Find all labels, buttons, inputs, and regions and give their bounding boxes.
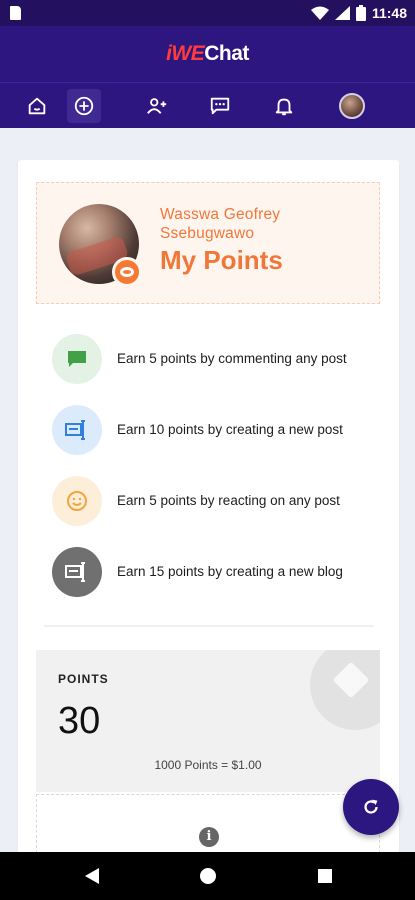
comment-icon: [52, 334, 102, 384]
app-logo: iWEChat: [166, 42, 249, 66]
profile-avatar: [339, 93, 365, 119]
nav-notifications-button[interactable]: [267, 89, 301, 123]
nav-add-friend-button[interactable]: [140, 89, 174, 123]
earn-item-text: Earn 10 points by creating a new post: [117, 422, 343, 437]
points-summary: POINTS 30 1000 Points = $1.00: [36, 650, 380, 792]
add-friend-icon: [147, 98, 167, 114]
info-icon[interactable]: i: [199, 827, 219, 847]
earn-item-text: Earn 5 points by reacting on any post: [117, 493, 340, 508]
back-icon: [85, 868, 99, 884]
points-card: Wasswa Geofrey Ssebugwawo My Points Earn…: [18, 160, 399, 852]
points-rate: 1000 Points = $1.00: [154, 758, 262, 772]
points-badge-icon: [112, 257, 142, 287]
battery-icon: [355, 5, 366, 21]
points-label: POINTS: [58, 672, 109, 686]
chat-icon: [210, 97, 230, 115]
points-value: 30: [58, 700, 101, 742]
signal-icon: [334, 6, 350, 20]
nav-chat-button[interactable]: [203, 89, 237, 123]
nav-home-button[interactable]: [20, 89, 54, 123]
earn-item-text: Earn 5 points by commenting any post: [117, 351, 347, 366]
app-bar: iWEChat: [0, 26, 415, 82]
blog-icon: [52, 547, 102, 597]
nav-create-button[interactable]: [67, 89, 101, 123]
add-circle-icon: [74, 96, 94, 116]
notification-bell-icon: [275, 98, 293, 116]
page-title: My Points: [160, 245, 283, 275]
divider: [44, 625, 374, 627]
home-circle-icon: [200, 868, 216, 884]
logo-brand-part1: iWE: [166, 42, 205, 65]
home-button[interactable]: [196, 864, 220, 888]
status-time: 11:48: [371, 5, 407, 21]
refresh-button[interactable]: [343, 779, 399, 835]
earn-item-text: Earn 15 points by creating a new blog: [117, 564, 343, 579]
wifi-icon: [310, 6, 329, 20]
earn-item-post: Earn 10 points by creating a new post: [52, 405, 372, 455]
recents-icon: [318, 869, 332, 883]
profile-header: Wasswa Geofrey Ssebugwawo My Points: [36, 182, 380, 304]
home-icon: [28, 97, 46, 115]
earn-item-react: Earn 5 points by reacting on any post: [52, 476, 372, 526]
refresh-icon: [364, 799, 378, 814]
back-button[interactable]: [80, 864, 104, 888]
status-bar: 11:48: [0, 0, 415, 26]
nav-bar: [0, 82, 415, 128]
earn-item-blog: Earn 15 points by creating a new blog: [52, 547, 372, 597]
main-content: Wasswa Geofrey Ssebugwawo My Points Earn…: [0, 128, 415, 852]
earn-item-comment: Earn 5 points by commenting any post: [52, 334, 372, 384]
info-section: i: [36, 794, 380, 852]
user-name: Wasswa Geofrey Ssebugwawo: [160, 206, 281, 242]
post-icon: [52, 405, 102, 455]
nav-profile-button[interactable]: [335, 89, 369, 123]
system-nav-bar: [0, 852, 415, 900]
smile-icon: [52, 476, 102, 526]
logo-brand-part2: Chat: [204, 42, 249, 65]
recents-button[interactable]: [313, 864, 337, 888]
diamond-icon: [310, 650, 380, 730]
sim-card-icon: [10, 6, 21, 20]
